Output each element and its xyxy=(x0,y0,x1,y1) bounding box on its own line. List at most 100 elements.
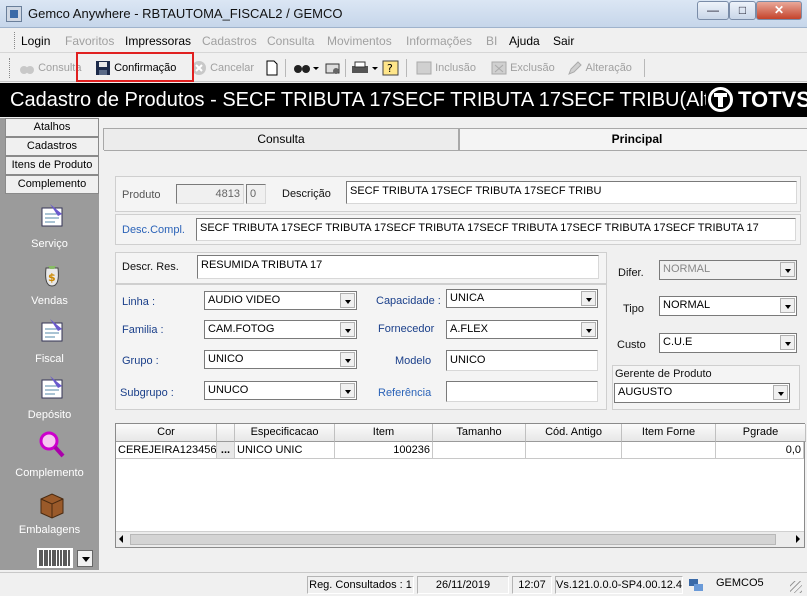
grid-cell-ellipsis-button[interactable]: ... xyxy=(217,442,235,459)
menu-cadastros[interactable]: Cadastros xyxy=(202,34,257,48)
subgrupo-value: UNUCO xyxy=(208,384,249,396)
tipo-select[interactable]: NORMAL xyxy=(659,296,797,316)
search-dropdown-button[interactable] xyxy=(293,58,319,78)
referencia-input[interactable] xyxy=(446,381,598,402)
scrollbar-thumb[interactable] xyxy=(130,534,776,545)
familia-select[interactable]: CAM.FOTOG xyxy=(204,320,357,339)
difer-value: NORMAL xyxy=(663,263,711,275)
capacidade-select[interactable]: UNICA xyxy=(446,289,598,308)
produto-code-input[interactable]: 4813 xyxy=(176,184,244,204)
fornecedor-select[interactable]: A.FLEX xyxy=(446,320,598,339)
grid-cell-cor[interactable]: CEREJEIRA123456 xyxy=(116,442,217,459)
grid-header-pgrade[interactable]: Pgrade xyxy=(716,424,806,442)
grid-header-item[interactable]: Item xyxy=(335,424,433,442)
grupo-value: UNICO xyxy=(208,353,244,365)
toolbar-separator xyxy=(644,59,645,77)
edit-record-icon xyxy=(568,61,582,75)
menu-consulta[interactable]: Consulta xyxy=(267,34,314,48)
print-dropdown-button[interactable] xyxy=(351,58,379,78)
custo-select[interactable]: C.U.E xyxy=(659,333,797,353)
page-title: Cadastro de Produtos - SECF TRIBUTA 17SE… xyxy=(0,83,807,117)
menu-ajuda[interactable]: Ajuda xyxy=(509,34,540,48)
desc-compl-input[interactable]: SECF TRIBUTA 17SECF TRIBUTA 17SECF TRIBU… xyxy=(196,218,796,241)
tab-consulta[interactable]: Consulta xyxy=(103,128,459,150)
printer-icon xyxy=(352,61,378,74)
chevron-left-icon[interactable] xyxy=(119,535,123,543)
menu-bi[interactable]: BI xyxy=(486,34,497,48)
menu-movimentos[interactable]: Movimentos xyxy=(327,34,392,48)
gerente-select[interactable]: AUGUSTO xyxy=(614,383,790,403)
menu-impressoras[interactable]: Impressoras xyxy=(125,34,191,48)
inclusao-button[interactable]: Inclusão xyxy=(416,58,476,78)
tab-principal[interactable]: Principal xyxy=(459,128,807,150)
close-button[interactable]: ✕ xyxy=(756,1,802,20)
menu-login[interactable]: Login xyxy=(21,34,50,48)
sidebar-complemento[interactable]: Complemento xyxy=(5,175,99,194)
highlight-box xyxy=(76,52,194,82)
difer-select[interactable]: NORMAL xyxy=(659,260,797,280)
sidebar-item-deposito[interactable]: Depósito xyxy=(0,409,99,421)
grid-cell-pgrade[interactable]: 0,0 xyxy=(716,442,804,459)
sidebar-atalhos[interactable]: Atalhos xyxy=(5,118,99,137)
descricao-label: Descrição xyxy=(282,188,331,200)
grid-cell-item-forne[interactable] xyxy=(622,442,716,459)
grid-cell-tamanho[interactable] xyxy=(433,442,526,459)
menu-informacoes[interactable]: Informações xyxy=(406,34,472,48)
add-record-icon xyxy=(416,61,432,75)
produto-label: Produto xyxy=(122,189,161,201)
barcode-icon[interactable] xyxy=(37,548,73,568)
deposit-icon[interactable] xyxy=(36,372,68,404)
grid-cell-cod-antigo[interactable] xyxy=(526,442,622,459)
maximize-button[interactable]: □ xyxy=(729,1,756,20)
service-icon[interactable] xyxy=(36,200,68,232)
grupo-select[interactable]: UNICO xyxy=(204,350,357,369)
new-document-button[interactable] xyxy=(265,58,279,78)
descricao-input[interactable]: SECF TRIBUTA 17SECF TRIBUTA 17SECF TRIBU xyxy=(346,181,797,204)
produto-digit-input[interactable]: 0 xyxy=(246,184,266,204)
descr-res-input[interactable]: RESUMIDA TRIBUTA 17 xyxy=(197,255,599,279)
subgrupo-select[interactable]: UNUCO xyxy=(204,381,357,400)
fiscal-icon[interactable] xyxy=(36,315,68,347)
grupo-label: Grupo : xyxy=(122,355,159,367)
settings-button[interactable] xyxy=(324,58,342,78)
grid-horizontal-scrollbar[interactable] xyxy=(116,531,804,547)
exclusao-button[interactable]: Exclusão xyxy=(491,58,555,78)
alteracao-button[interactable]: Alteração xyxy=(567,58,632,78)
grid-header-tamanho[interactable]: Tamanho xyxy=(433,424,526,442)
sidebar-item-vendas[interactable]: Vendas xyxy=(0,295,99,307)
sidebar-cadastros[interactable]: Cadastros xyxy=(5,137,99,156)
sidebar-itens-de-produto[interactable]: Itens de Produto xyxy=(5,156,99,175)
resize-grip[interactable] xyxy=(790,581,802,593)
items-grid: Cor Especificacao Item Tamanho Cód. Anti… xyxy=(115,423,806,548)
modelo-input[interactable]: UNICO xyxy=(446,350,598,371)
linha-select[interactable]: AUDIO VIDEO xyxy=(204,291,357,310)
grid-header-cod-antigo[interactable]: Cód. Antigo xyxy=(526,424,622,442)
sidebar-item-servico[interactable]: Serviço xyxy=(0,238,99,250)
grid-header-blank[interactable] xyxy=(217,424,235,442)
money-bag-icon[interactable]: $ xyxy=(36,258,68,290)
minimize-button[interactable]: — xyxy=(697,1,729,20)
magnifier-icon[interactable] xyxy=(36,429,68,461)
status-environment: GEMCO5 xyxy=(716,577,764,589)
sidebar-item-fiscal[interactable]: Fiscal xyxy=(0,353,99,365)
package-icon[interactable] xyxy=(36,489,68,521)
menu-favoritos[interactable]: Favoritos xyxy=(65,34,114,48)
linha-label: Linha : xyxy=(122,296,156,308)
sidebar-item-complemento[interactable]: Complemento xyxy=(0,467,99,479)
grid-header-especificacao[interactable]: Especificacao xyxy=(235,424,335,442)
menu-sair[interactable]: Sair xyxy=(553,34,574,48)
grid-header-cor[interactable]: Cor xyxy=(116,424,217,442)
help-button[interactable]: ? xyxy=(382,58,400,78)
grid-cell-item[interactable]: 100236 xyxy=(335,442,433,459)
delete-record-icon xyxy=(491,61,507,75)
cancelar-button[interactable]: Cancelar xyxy=(191,58,254,78)
consulta-label: Consulta xyxy=(38,62,82,74)
document-icon xyxy=(266,60,278,76)
chevron-right-icon[interactable] xyxy=(796,535,800,543)
grid-cell-especificacao[interactable]: UNICO UNIC xyxy=(235,442,335,459)
consulta-button[interactable]: Consulta xyxy=(19,58,81,78)
sidebar-scroll-down[interactable] xyxy=(77,550,93,567)
grid-header-item-forne[interactable]: Item Forne xyxy=(622,424,716,442)
sidebar-item-embalagens[interactable]: Embalagens xyxy=(0,524,99,536)
svg-text:?: ? xyxy=(387,62,393,75)
